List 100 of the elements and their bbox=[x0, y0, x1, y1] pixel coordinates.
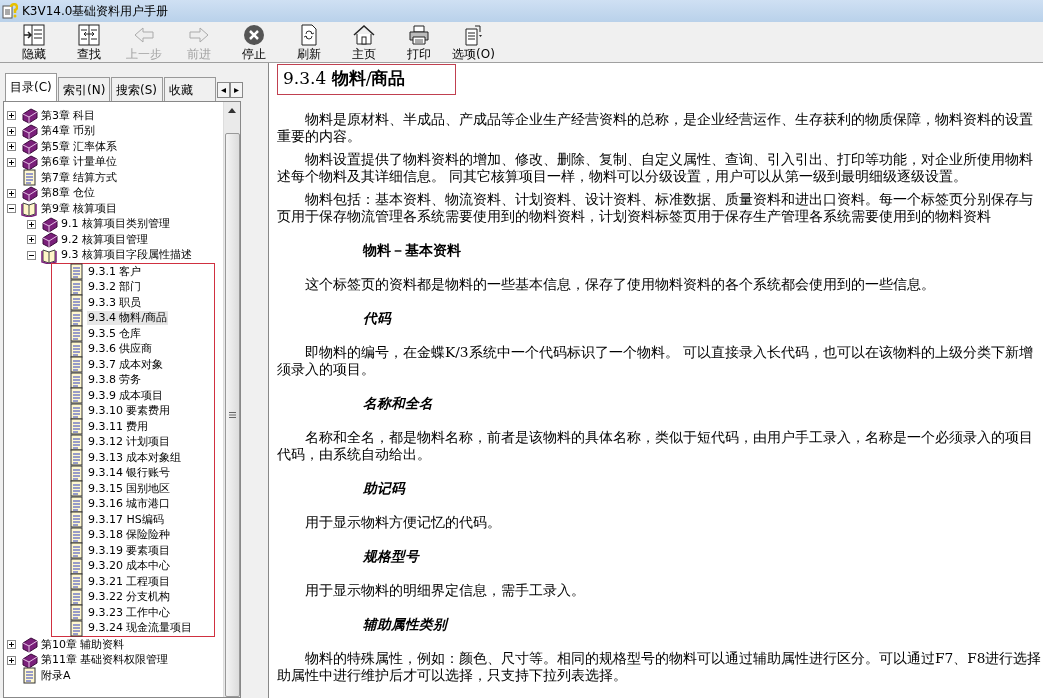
tree-item[interactable]: 9.2 核算项目管理 bbox=[60, 232, 149, 247]
panel-icon bbox=[76, 23, 101, 47]
toolbar-button[interactable]: 查找 bbox=[61, 23, 116, 61]
tree-item[interactable]: 第8章 仓位 bbox=[40, 186, 97, 201]
tab-scroll-button[interactable]: ▸ bbox=[230, 82, 243, 98]
paragraph: 物料的特殊属性，例如：颜色、尺寸等。相同的规格型号的物料可以通过辅助属性进行区分。可以通过F7、F8进行选择 助属性中进行维护后才可以选择，只支持下拉列表选择。 bbox=[277, 650, 1043, 684]
toolbar-button[interactable]: 打印 bbox=[391, 23, 446, 61]
window-title: K3V14.0基础资料用户手册 bbox=[22, 2, 169, 20]
page-icon bbox=[68, 542, 85, 560]
tree-item[interactable]: 9.3.17 HS编码 bbox=[87, 512, 165, 527]
page-icon bbox=[68, 526, 85, 544]
expand-icon[interactable] bbox=[7, 640, 16, 650]
tree-item[interactable]: 9.3.2 部门 bbox=[87, 280, 143, 295]
expand-icon[interactable] bbox=[7, 126, 16, 136]
tree-item[interactable]: 9.3.12 计划项目 bbox=[87, 435, 172, 450]
section-heading: 物料－基本资料 bbox=[363, 242, 462, 258]
tree-item[interactable]: 9.3.13 成本对象组 bbox=[87, 450, 183, 465]
page-icon bbox=[68, 340, 85, 358]
tree-item[interactable]: 第9章 核算项目 bbox=[40, 201, 119, 216]
expand-icon[interactable] bbox=[7, 188, 16, 198]
toolbar-button[interactable]: 主页 bbox=[336, 23, 391, 61]
page-icon bbox=[68, 480, 85, 498]
page-icon bbox=[68, 433, 85, 451]
tab-scroll-button[interactable]: ◂ bbox=[217, 82, 230, 98]
page-icon bbox=[68, 309, 85, 327]
tree-item[interactable]: 9.3.14 银行账号 bbox=[87, 466, 172, 481]
tab[interactable]: 目录(C) bbox=[5, 73, 57, 101]
expand-icon[interactable] bbox=[7, 655, 16, 665]
expand-icon[interactable] bbox=[27, 235, 36, 245]
tree-item[interactable]: 第3章 科目 bbox=[40, 108, 97, 123]
page-icon bbox=[68, 294, 85, 312]
help-document-icon bbox=[2, 3, 18, 19]
expand-icon[interactable] bbox=[27, 219, 36, 229]
toolbar-button[interactable]: 隐藏 bbox=[6, 23, 61, 61]
tree-item[interactable]: 第11章 基础资料权限管理 bbox=[40, 653, 170, 668]
expand-icon[interactable] bbox=[7, 157, 16, 167]
page-icon bbox=[68, 588, 85, 606]
paragraph: 物料包括：基本资料、物流资料、计划资料、设计资料、标准数据、质量资料和进出口资料。每一个标签页分别保存与 页用于保存物流管理各系统需要使用到的物料资料，计划资料标签页用于保存生产管理各系统需要使用到的物料资料 bbox=[277, 191, 1034, 225]
tree-item[interactable]: 9.3.18 保险险种 bbox=[87, 528, 172, 543]
tab[interactable]: 搜索(S) bbox=[111, 77, 163, 101]
home-icon bbox=[351, 23, 376, 47]
tree-item[interactable]: 9.3.3 职员 bbox=[87, 295, 143, 310]
collapse-icon[interactable] bbox=[7, 204, 16, 214]
tree-item[interactable]: 9.3.20 成本中心 bbox=[87, 559, 172, 574]
tree-item[interactable]: 9.3.15 国别地区 bbox=[87, 481, 172, 496]
panel-icon bbox=[21, 23, 46, 47]
stop-icon bbox=[241, 23, 266, 47]
field-heading: 规格型号 bbox=[363, 548, 421, 564]
paragraph: 名称和全名，都是物料名称，前者是该物料的具体名称，类似于短代码，由用户手工录入，名称是一个必须录入的项目 代码，由系统自动给出。 bbox=[277, 429, 1034, 463]
page-icon bbox=[68, 573, 85, 591]
tree-item[interactable]: 第6章 计量单位 bbox=[40, 155, 119, 170]
tree-item[interactable]: 9.3.1 客户 bbox=[87, 264, 143, 279]
paragraph: 用于显示物料的明细界定信息，需手工录入。 bbox=[304, 582, 586, 599]
tree-item[interactable]: 9.3 核算项目字段属性描述 bbox=[60, 248, 193, 263]
tree-item[interactable]: 9.3.22 分支机构 bbox=[87, 590, 172, 605]
collapse-icon[interactable] bbox=[27, 250, 36, 260]
tree-item[interactable]: 第4章 币别 bbox=[40, 124, 97, 139]
page-icon bbox=[68, 356, 85, 374]
tree-item[interactable]: 9.3.19 要素项目 bbox=[87, 543, 172, 558]
field-heading: 名称和全名 bbox=[363, 395, 434, 411]
expand-icon[interactable] bbox=[7, 111, 16, 121]
tree-item[interactable]: 9.3.4 物料/商品 bbox=[87, 311, 169, 326]
field-heading: 辅助属性类别 bbox=[363, 616, 450, 632]
page-icon bbox=[21, 169, 38, 187]
field-heading: 代码 bbox=[363, 310, 393, 326]
tree-item[interactable]: 9.3.6 供应商 bbox=[87, 342, 154, 357]
tree-item[interactable]: 9.1 核算项目类别管理 bbox=[60, 217, 171, 232]
page-icon bbox=[68, 557, 85, 575]
toolbar-button[interactable]: 刷新 bbox=[281, 23, 336, 61]
toolbar-button[interactable]: 选项(O) bbox=[446, 23, 501, 61]
tree-item[interactable]: 9.3.8 劳务 bbox=[87, 373, 143, 388]
paragraph: 即物料的编号，在金蝶K/3系统中一个代码标识了一个物料。 可以直接录入长代码，也可以在该物料的上级分类下新增 须录入的项目。 bbox=[277, 344, 1034, 378]
page-icon bbox=[68, 387, 85, 405]
tree-item[interactable]: 9.3.9 成本项目 bbox=[87, 388, 165, 403]
page-icon bbox=[68, 495, 85, 513]
page-icon bbox=[68, 449, 85, 467]
tab[interactable]: 索引(N) bbox=[58, 77, 110, 101]
tree-item[interactable]: 9.3.7 成本对象 bbox=[87, 357, 165, 372]
tree-item[interactable]: 第5章 汇率体系 bbox=[40, 139, 119, 154]
tree-item[interactable]: 9.3.10 要素费用 bbox=[87, 404, 172, 419]
tree-item[interactable]: 第7章 结算方式 bbox=[40, 170, 119, 185]
field-heading: 助记码 bbox=[363, 480, 407, 496]
tab[interactable]: 收藏 bbox=[164, 77, 216, 101]
page-icon bbox=[68, 263, 85, 281]
scroll-up-icon[interactable] bbox=[228, 108, 236, 113]
expand-icon[interactable] bbox=[7, 142, 16, 152]
tree-item[interactable]: 9.3.21 工程项目 bbox=[87, 574, 172, 589]
tree-item[interactable]: 9.3.5 仓库 bbox=[87, 326, 143, 341]
tree-item[interactable]: 9.3.24 现金流量项目 bbox=[87, 621, 194, 636]
toolbar-button[interactable]: 停止 bbox=[226, 23, 281, 61]
tree-item[interactable]: 9.3.23 工作中心 bbox=[87, 605, 172, 620]
tree-item[interactable]: 附录A bbox=[40, 668, 72, 683]
page-icon bbox=[68, 325, 85, 343]
tree-item[interactable]: 第10章 辅助资料 bbox=[40, 637, 126, 652]
page-icon bbox=[68, 402, 85, 420]
page-icon bbox=[68, 619, 85, 637]
tree-item[interactable]: 9.3.16 城市港口 bbox=[87, 497, 172, 512]
paragraph: 这个标签页的资料都是物料的一些基本信息，保存了使用物料资料的各个系统都会使用到的一些信息。 bbox=[304, 276, 936, 293]
page-icon bbox=[68, 371, 85, 389]
tree-item[interactable]: 9.3.11 费用 bbox=[87, 419, 150, 434]
